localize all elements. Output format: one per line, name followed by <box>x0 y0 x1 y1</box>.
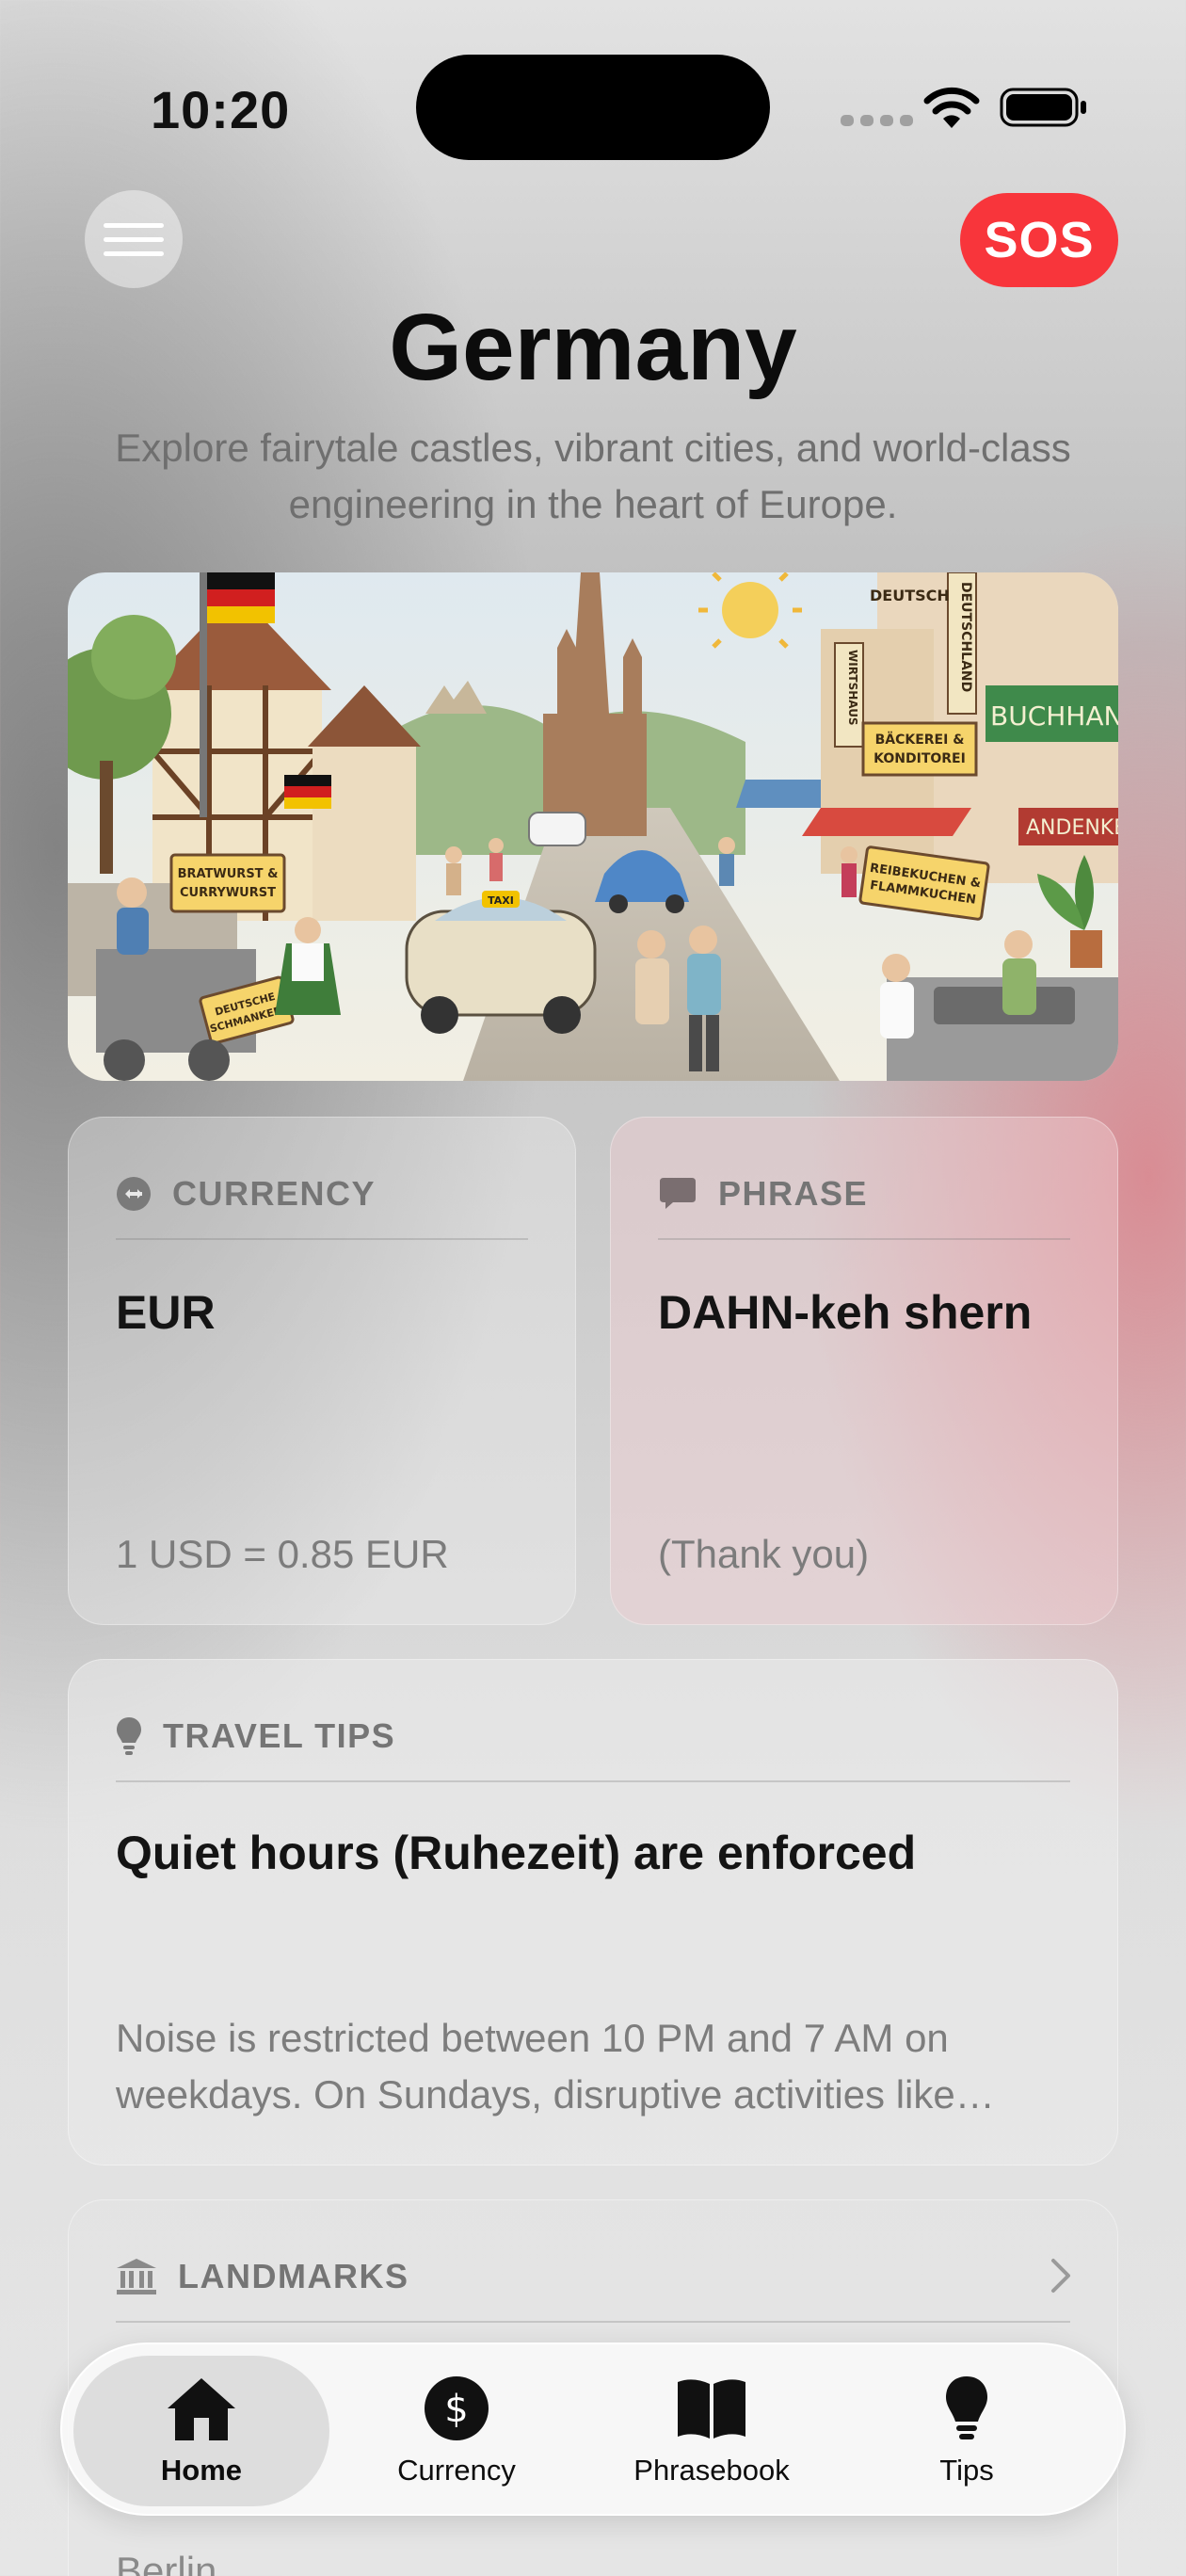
tip-body: Noise is restricted between 10 PM and 7 … <box>116 2016 955 2117</box>
landmarks-label: LANDMARKS <box>178 2257 409 2295</box>
wifi-icon <box>923 87 980 128</box>
landmarks-header: LANDMARKS <box>116 2257 409 2296</box>
sign-buchhandlung: BUCHHANDLUNG <box>990 700 1118 732</box>
sign-wirtshaus: WIRTSHAUS <box>846 650 859 726</box>
page-subtitle: Explore fairytale castles, vibrant citie… <box>115 426 1071 526</box>
menu-icon <box>104 222 164 228</box>
travel-tips-label: TRAVEL TIPS <box>163 1716 396 1755</box>
battery-icon <box>1000 88 1086 127</box>
landmark-building-icon <box>117 2259 156 2294</box>
tip-title: Quiet hours (Ruhezeit) are enforced <box>116 1827 917 1879</box>
house-icon <box>168 2378 235 2440</box>
phrase-card-label: PHRASE <box>718 1174 869 1213</box>
tab-home-label: Home <box>160 2454 243 2487</box>
sign-bratwurst: BRATWURST & <box>178 867 279 881</box>
svg-text:KONDITOREI: KONDITOREI <box>873 751 966 766</box>
svg-text:CURRYWURST: CURRYWURST <box>180 886 276 900</box>
sign-taxi: TAXI <box>488 894 514 907</box>
tab-tips[interactable]: Tips <box>839 2356 1095 2506</box>
tab-currency-label: Currency <box>397 2454 516 2487</box>
travel-tips-header: TRAVEL TIPS <box>116 1716 395 1756</box>
menu-button[interactable] <box>85 190 183 288</box>
divider <box>116 1238 528 1240</box>
lightbulb-icon <box>946 2376 987 2439</box>
dollar-circle-icon: $ <box>425 2376 489 2440</box>
currency-card[interactable]: CURRENCY EUR 1 USD = 0.85 EUR <box>68 1117 576 1625</box>
tab-phrasebook[interactable]: Phrasebook <box>584 2356 840 2506</box>
hero-illustration: BRATWURST & CURRYWURST DEUTSCHE SCHMANKE… <box>68 572 1118 1081</box>
divider <box>658 1238 1070 1240</box>
book-icon <box>678 2379 745 2439</box>
currency-card-header: CURRENCY <box>116 1174 376 1214</box>
sos-button[interactable]: SOS <box>960 193 1118 287</box>
page-title: Germany <box>389 295 797 400</box>
travel-tips-card[interactable]: TRAVEL TIPS Quiet hours (Ruhezeit) are e… <box>68 1659 1118 2165</box>
currency-code: EUR <box>116 1286 216 1339</box>
currency-card-label: CURRENCY <box>172 1174 377 1213</box>
phrase-card[interactable]: PHRASE DAHN-keh shern (Thank you) <box>610 1117 1118 1625</box>
sign-deutschland: DEUTSCHLAND <box>958 582 973 692</box>
sign-baeckerei: BÄCKEREI & <box>875 732 965 748</box>
exchange-rate: 1 USD = 0.85 EUR <box>116 1532 449 1576</box>
lightbulb-icon <box>117 1717 141 1755</box>
dynamic-island <box>416 55 770 160</box>
svg-text:DEUTSCH: DEUTSCH <box>870 587 950 604</box>
chevron-right-icon[interactable] <box>1050 2257 1072 2294</box>
tab-tips-label: Tips <box>939 2454 994 2487</box>
svg-text:$: $ <box>444 2388 468 2431</box>
tab-bar: Home $ Currency Phrasebook Tips <box>60 2343 1126 2516</box>
landmark-city: Berlin <box>116 2549 217 2576</box>
phrase-pronunciation: DAHN-keh shern <box>658 1286 1033 1339</box>
tab-currency[interactable]: $ Currency <box>329 2356 585 2506</box>
tab-home[interactable]: Home <box>73 2356 329 2506</box>
exchange-icon <box>117 1177 151 1211</box>
cellular-signal-icon <box>841 115 913 126</box>
tab-phrasebook-label: Phrasebook <box>633 2454 790 2487</box>
phrase-card-header: PHRASE <box>658 1174 868 1214</box>
sign-andenken: ANDENKEN <box>1026 816 1118 840</box>
status-time: 10:20 <box>151 80 291 139</box>
divider <box>116 1780 1070 1782</box>
phrase-translation: (Thank you) <box>658 1532 870 1576</box>
speech-bubble-icon <box>660 1178 696 1209</box>
divider <box>116 2321 1070 2323</box>
